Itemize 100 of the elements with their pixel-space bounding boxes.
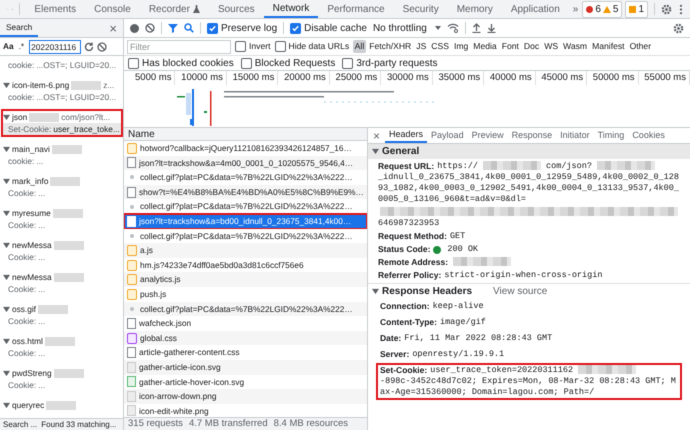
checkbox[interactable]	[274, 40, 286, 52]
close-icon[interactable]: ×	[368, 130, 386, 142]
match-text[interactable]: ...OST=; LGUID=20...	[36, 58, 116, 72]
match-text[interactable]: user_trace_toke...	[53, 122, 120, 136]
details-tab[interactable]: Payload	[427, 128, 468, 143]
match-label[interactable]: Cookie:	[8, 314, 36, 328]
panel-tab[interactable]: Performance	[318, 0, 394, 18]
download-icon[interactable]	[486, 23, 496, 33]
request-row[interactable]: collect.gif?plat=PC&data=%7B%22LGID%22%3A%222…	[124, 228, 367, 244]
invert-label[interactable]: Invert	[249, 40, 270, 53]
search-tab[interactable]: Search	[0, 19, 38, 37]
request-row[interactable]: global.css	[124, 330, 367, 346]
more-options-icon[interactable]	[679, 4, 683, 14]
filter-option-label[interactable]: Blocked Requests	[254, 56, 336, 70]
regex-button[interactable]: .*	[16, 40, 26, 53]
type-filter-button[interactable]: Font	[500, 40, 520, 53]
panel-tab[interactable]: Elements	[25, 0, 86, 18]
result-file-name[interactable]: icon-item-6.png	[12, 78, 70, 92]
match-label[interactable]: Cookie:	[8, 282, 36, 296]
expanded-triangle-icon[interactable]	[3, 242, 10, 248]
result-file-name[interactable]: pwdStreng	[12, 366, 52, 380]
timeline-overview-drawing[interactable]	[174, 87, 434, 127]
checkbox[interactable]	[290, 22, 302, 34]
match-text[interactable]: ...	[38, 346, 46, 360]
result-file-name[interactable]: myresume	[12, 206, 51, 220]
checkbox[interactable]	[207, 22, 218, 34]
details-tab[interactable]: Preview	[468, 128, 508, 143]
hide-data-urls-label[interactable]: Hide data URLs	[288, 40, 350, 53]
match-label[interactable]: cookie:	[8, 90, 34, 104]
section-header[interactable]: General	[368, 144, 690, 159]
settings-icon[interactable]	[673, 22, 684, 34]
expanded-triangle-icon[interactable]	[3, 306, 10, 312]
type-filter-button[interactable]: CSS	[430, 40, 450, 53]
match-label[interactable]: Cookie:	[8, 186, 36, 200]
record-icon[interactable]	[130, 24, 139, 32]
result-file-name[interactable]: mark_info	[12, 174, 48, 188]
result-file-name[interactable]: newMessa	[12, 270, 52, 284]
expanded-triangle-icon[interactable]	[372, 288, 379, 295]
request-row[interactable]: analytics.js	[124, 272, 367, 287]
filter-icon[interactable]	[168, 23, 178, 33]
request-row[interactable]: gather-article-hover-icon.svg	[124, 374, 367, 390]
match-label[interactable]: Set-Cookie:	[8, 122, 52, 136]
type-filter-button[interactable]: Wasm	[562, 40, 589, 53]
match-label[interactable]: Cookie:	[8, 346, 36, 360]
panel-tab[interactable]: Application	[502, 0, 569, 18]
expanded-triangle-icon[interactable]	[3, 82, 10, 88]
expanded-triangle-icon[interactable]	[3, 146, 10, 152]
type-filter-button[interactable]: Manifest	[590, 40, 626, 53]
match-label[interactable]: Cookie:	[8, 250, 36, 264]
result-file-name[interactable]: json	[12, 110, 28, 124]
match-text[interactable]: ...	[38, 314, 46, 328]
panel-tab[interactable]: Memory	[448, 0, 502, 18]
request-row[interactable]: json?lt=trackshow&a=4m00_0001_0_10205575_9546,4…	[124, 156, 367, 170]
expanded-triangle-icon[interactable]	[3, 178, 10, 184]
refresh-icon[interactable]	[84, 42, 94, 52]
details-tab[interactable]: Initiator	[556, 128, 594, 143]
match-label[interactable]: Cookie:	[8, 218, 36, 232]
filter-option-label[interactable]: Has blocked cookies	[142, 56, 234, 70]
match-label[interactable]: cookie:	[8, 58, 34, 72]
panel-tab[interactable]: Sources	[208, 0, 264, 18]
match-label[interactable]: cookie:	[8, 154, 34, 168]
match-text[interactable]: ...	[36, 154, 44, 168]
type-filter-button[interactable]: Media	[472, 40, 498, 53]
more-tabs-button[interactable]: »	[568, 2, 582, 16]
expanded-triangle-icon[interactable]	[3, 402, 10, 408]
match-text[interactable]: ...	[38, 218, 46, 232]
result-file-name[interactable]: queryrec	[12, 398, 44, 412]
result-file-name[interactable]: main_navi	[12, 142, 50, 156]
match-text[interactable]: ...	[38, 250, 46, 264]
match-text[interactable]: ...	[38, 282, 46, 296]
result-file-name[interactable]: oss.gif	[12, 302, 36, 316]
type-filter-button[interactable]: Other	[628, 40, 653, 53]
close-icon[interactable]: ×	[109, 22, 117, 34]
section-header[interactable]: Response Headers View source	[368, 284, 690, 299]
checkbox[interactable]	[342, 58, 354, 68]
upload-icon[interactable]	[472, 23, 481, 33]
panel-tab[interactable]: Security	[394, 0, 448, 18]
details-tab[interactable]: Cookies	[628, 128, 669, 143]
request-row[interactable]: show?t=%E4%B8%BA%E4%BD%A0%E5%8C%B9%E9%…	[124, 184, 367, 200]
preserve-log-label[interactable]: Preserve log	[221, 20, 278, 36]
request-row[interactable]: icon-arrow-down.png	[124, 389, 367, 404]
type-filter-button[interactable]: Fetch/XHR	[368, 40, 413, 53]
settings-icon[interactable]	[661, 4, 672, 14]
request-row[interactable]: collect.gif?plat=PC&data=%7B%22LGID%22%3A%222…	[124, 302, 367, 316]
type-filter-button[interactable]: WS	[542, 40, 560, 53]
checkbox[interactable]	[128, 58, 139, 68]
match-text[interactable]: ...	[38, 378, 46, 392]
clear-icon[interactable]	[97, 42, 108, 52]
search-field[interactable]: 2022031116	[29, 40, 82, 54]
wifi-settings-icon[interactable]	[446, 23, 459, 33]
type-filter-button[interactable]: Doc	[522, 40, 541, 53]
result-file-name[interactable]: oss.html	[12, 334, 43, 348]
type-filter-button[interactable]: JS	[414, 40, 428, 53]
match-label[interactable]: Cookie:	[8, 378, 36, 392]
request-row[interactable]: gather-article-icon.svg	[124, 360, 367, 374]
match-text[interactable]: ...	[38, 186, 46, 200]
result-file-name[interactable]: newMessa	[12, 238, 52, 252]
view-source-link[interactable]: View source	[493, 284, 548, 299]
request-row[interactable]: icon-edit-white.png	[124, 404, 367, 417]
details-tab[interactable]: Timing	[594, 128, 628, 143]
